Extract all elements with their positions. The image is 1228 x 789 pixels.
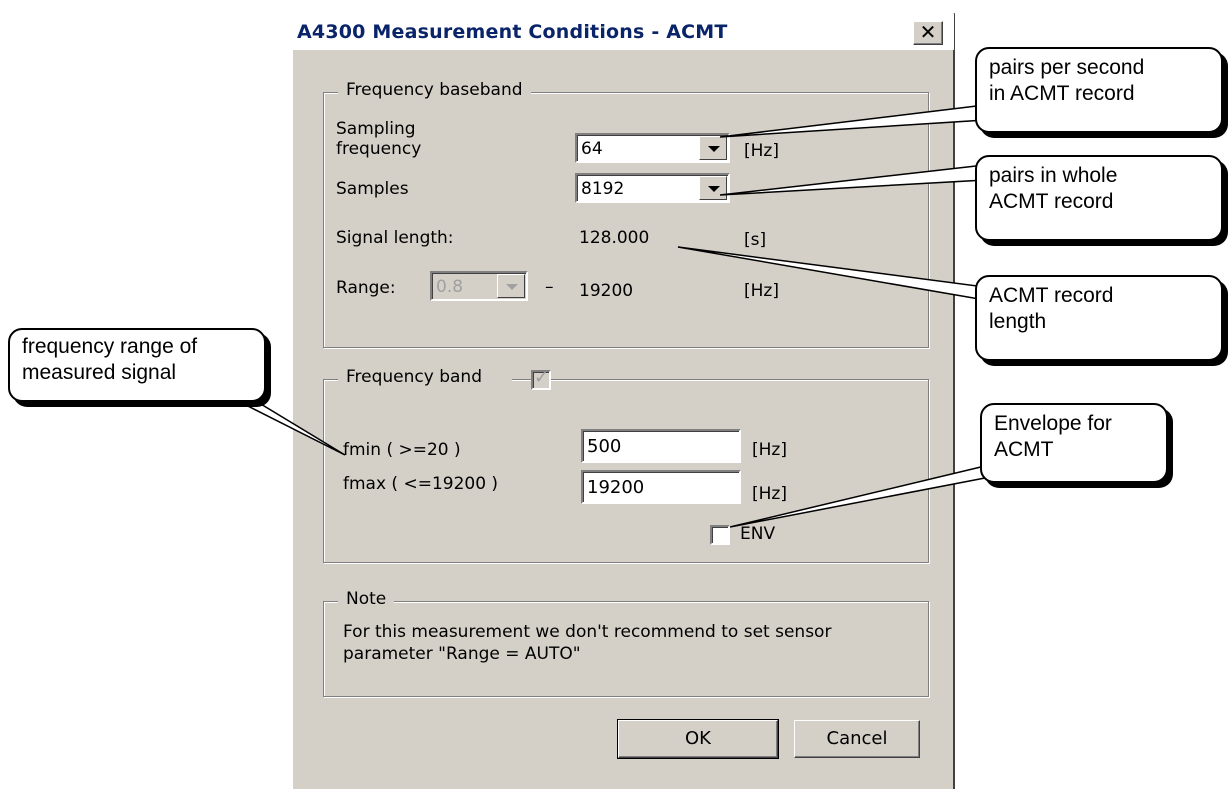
callout-pairs-per-second-line-1: pairs per second	[989, 56, 1145, 79]
leader-pairs-whole	[719, 164, 986, 196]
callout-freq-range: frequency range of measured signal	[8, 328, 266, 402]
callout-pairs-per-second: pairs per second in ACMT record	[975, 47, 1223, 133]
callout-envelope-line-1: Envelope for	[994, 412, 1112, 435]
callout-pairs-whole-line-2: ACMT record	[989, 190, 1114, 213]
callout-pairs-per-second-line-2: in ACMT record	[989, 82, 1135, 105]
leader-envelope	[729, 465, 986, 528]
callout-envelope-line-2: ACMT	[994, 438, 1054, 461]
leader-pairs-per-second	[719, 104, 986, 138]
callout-record-length-line-1: ACMT record	[989, 284, 1114, 307]
callout-pairs-whole: pairs in whole ACMT record	[975, 155, 1223, 241]
callout-record-length-line-2: length	[989, 310, 1047, 333]
callout-freq-range-line-2: measured signal	[22, 361, 177, 384]
callout-freq-range-line-1: frequency range of	[22, 335, 198, 358]
leader-record-length	[677, 246, 986, 301]
callout-envelope: Envelope for ACMT	[980, 403, 1168, 483]
callout-pairs-whole-line-1: pairs in whole	[989, 164, 1118, 187]
leader-freq-range	[225, 394, 346, 456]
callout-record-length: ACMT record length	[975, 275, 1223, 361]
